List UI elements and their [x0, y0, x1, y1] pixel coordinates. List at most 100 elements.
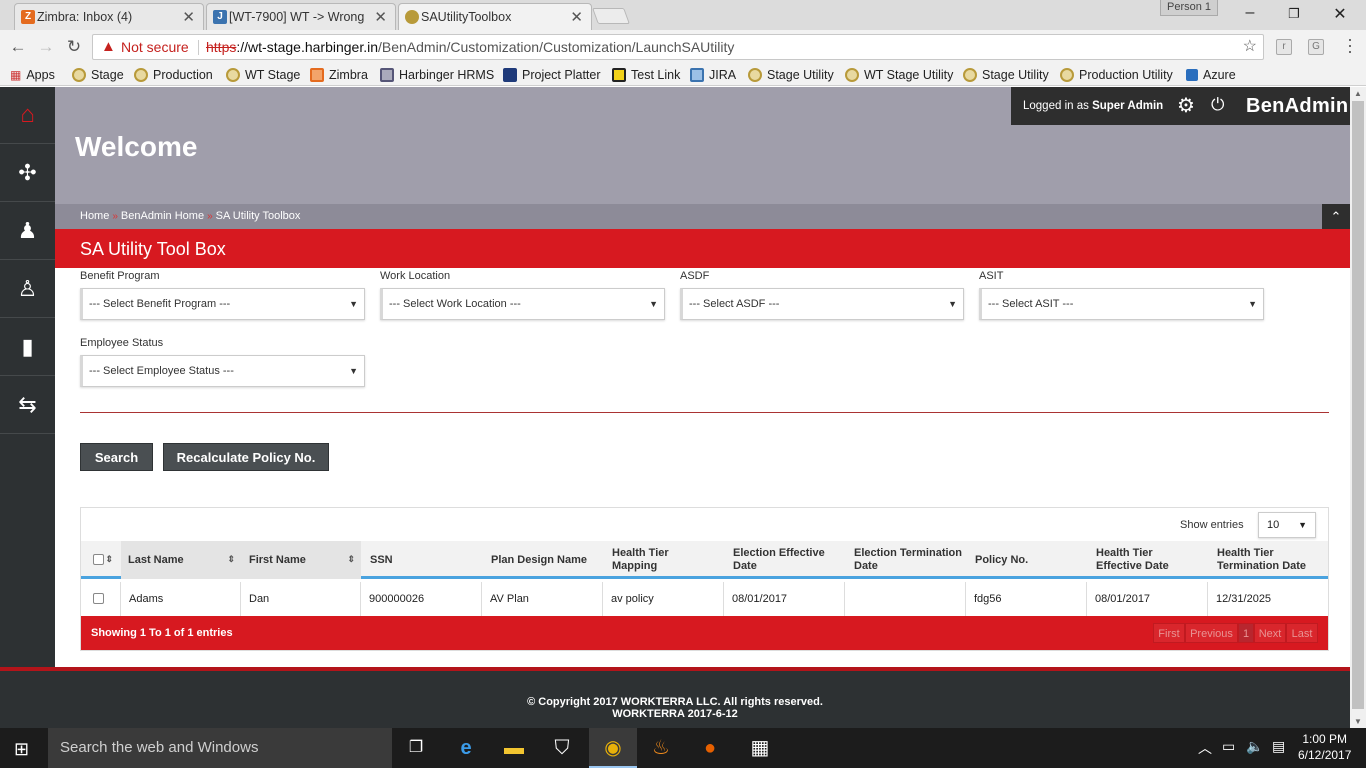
back-icon[interactable]: ←: [8, 37, 28, 57]
column-health-tier-mapping[interactable]: Health Tier Mapping: [603, 541, 724, 579]
collapse-header-icon[interactable]: ⌃: [1322, 204, 1350, 229]
address-bar[interactable]: ▲ Not secure https://wt-stage.harbinger.…: [92, 34, 1264, 60]
column-plan-design-name[interactable]: Plan Design Name: [482, 541, 603, 579]
extension-icon[interactable]: r: [1276, 39, 1292, 55]
bookmark-wt-stage[interactable]: WT Stage: [226, 66, 300, 84]
bookmark-stage[interactable]: Stage: [72, 66, 124, 84]
user-star-icon[interactable]: ♟: [0, 203, 55, 260]
bookmark-wt-stage-utility[interactable]: WT Stage Utility: [845, 66, 953, 84]
column-ssn[interactable]: SSN: [361, 541, 482, 579]
scroll-down-icon[interactable]: ▼: [1354, 717, 1362, 726]
network-icon[interactable]: ▭: [1222, 738, 1235, 755]
section-divider: [80, 412, 1329, 413]
column-election-effective-date[interactable]: Election Effective Date: [724, 541, 845, 579]
bookmark-zimbra[interactable]: Zimbra: [310, 66, 368, 84]
column-policy-no[interactable]: Policy No.: [966, 541, 1087, 579]
work-location-select[interactable]: --- Select Work Location --- ▼: [380, 288, 665, 320]
table-row[interactable]: Adams Dan 900000026 AV Plan av policy 08…: [81, 582, 1328, 616]
column-health-tier-effective-date[interactable]: Health Tier Effective Date: [1087, 541, 1208, 579]
browser-tab-sautility[interactable]: SAUtilityToolbox ✕: [398, 3, 592, 30]
gear-icon[interactable]: ⚙: [1177, 93, 1195, 118]
power-icon[interactable]: ⏻: [1211, 95, 1224, 115]
new-tab-button[interactable]: [592, 8, 630, 24]
close-icon[interactable]: ✕: [570, 8, 583, 26]
security-label: Not secure: [121, 39, 189, 55]
browser-tab-zimbra[interactable]: Z Zimbra: Inbox (4) ✕: [14, 3, 204, 30]
menu-icon[interactable]: · · ·: [1342, 30, 1358, 60]
bookmark-stage-utility[interactable]: Stage Utility: [748, 66, 834, 84]
breadcrumb-bar: Home» BenAdmin Home» SA Utility Toolbox ⌃: [55, 204, 1350, 229]
asit-select[interactable]: --- Select ASIT --- ▼: [979, 288, 1264, 320]
close-icon[interactable]: ✕: [374, 8, 387, 26]
bookmark-stage-utility-2[interactable]: Stage Utility: [963, 66, 1049, 84]
store-icon[interactable]: ⛉: [538, 728, 586, 768]
bookmark-production[interactable]: Production: [134, 66, 213, 84]
scrollbar-thumb[interactable]: [1352, 101, 1364, 709]
column-election-termination-date[interactable]: Election Termination Date: [845, 541, 966, 579]
windows-start-icon[interactable]: ⊞: [14, 739, 29, 760]
task-view-icon[interactable]: ❐: [392, 728, 440, 768]
reload-icon[interactable]: ↻: [64, 37, 84, 57]
chrome-icon[interactable]: ◉: [589, 728, 637, 768]
bookmark-star-icon[interactable]: ☆: [1243, 35, 1257, 59]
column-label: Last Name: [128, 553, 184, 566]
extension-g-icon[interactable]: G: [1308, 39, 1324, 55]
calculator-icon[interactable]: ▦: [736, 728, 784, 768]
bookmark-jira[interactable]: JIRA: [690, 66, 736, 84]
home-icon[interactable]: ⌂: [0, 87, 55, 144]
asdf-select[interactable]: --- Select ASDF --- ▼: [680, 288, 964, 320]
recalculate-policy-button[interactable]: Recalculate Policy No.: [163, 443, 329, 471]
pagination-first[interactable]: First: [1153, 623, 1185, 643]
cell-first-name: Dan: [241, 582, 361, 616]
breadcrumb-benadmin-home[interactable]: BenAdmin Home: [121, 210, 204, 222]
forward-icon[interactable]: →: [36, 37, 56, 57]
keyboard-icon[interactable]: ▤: [1272, 738, 1285, 755]
bar-chart-icon[interactable]: ▮: [0, 319, 55, 376]
scroll-up-icon[interactable]: ▲: [1354, 89, 1362, 98]
url-scheme: https: [206, 39, 237, 55]
taskbar-search[interactable]: Search the web and Windows: [48, 728, 392, 768]
breadcrumb-home[interactable]: Home: [80, 210, 109, 222]
bookmark-apps[interactable]: ▦ Apps: [10, 66, 55, 84]
employee-status-select[interactable]: --- Select Employee Status --- ▼: [80, 355, 365, 387]
minimize-icon[interactable]: –: [1240, 4, 1260, 22]
bookmark-azure[interactable]: Azure: [1186, 66, 1236, 84]
firefox-icon[interactable]: ●: [686, 728, 734, 768]
restore-icon[interactable]: ❐: [1284, 6, 1304, 22]
bookmark-production-utility[interactable]: Production Utility: [1060, 66, 1173, 84]
puzzle-icon[interactable]: ✣: [0, 145, 55, 202]
close-icon[interactable]: ✕: [182, 8, 195, 26]
search-button[interactable]: Search: [80, 443, 153, 471]
site-icon: [405, 10, 419, 24]
clock[interactable]: 1:00 PM 6/12/2017: [1298, 731, 1351, 763]
edge-icon[interactable]: e: [442, 728, 490, 768]
scrollbar[interactable]: ▲ ▼: [1350, 87, 1366, 728]
pagination-last[interactable]: Last: [1286, 623, 1318, 643]
select-all-checkbox[interactable]: [93, 554, 104, 565]
bookmark-harbinger-hrms[interactable]: Harbinger HRMS: [380, 66, 494, 84]
benefit-program-select[interactable]: --- Select Benefit Program --- ▼: [80, 288, 365, 320]
pagination-previous[interactable]: Previous: [1185, 623, 1238, 643]
close-window-icon[interactable]: ✕: [1330, 4, 1350, 24]
jira-icon: J: [213, 10, 227, 24]
column-last-name[interactable]: Last Name ⇕: [121, 541, 241, 579]
profile-button[interactable]: Person 1: [1160, 0, 1218, 16]
pagination-next[interactable]: Next: [1254, 623, 1286, 643]
pagination-page-1[interactable]: 1: [1238, 623, 1254, 643]
column-first-name[interactable]: First Name ⇕: [241, 541, 361, 579]
transfer-arrows-icon[interactable]: ⇆: [0, 377, 55, 434]
tray-chevron-icon[interactable]: ︿: [1198, 738, 1212, 758]
page-size-select[interactable]: 10 ▼: [1258, 512, 1316, 538]
user-icon[interactable]: ♙: [0, 261, 55, 318]
row-checkbox[interactable]: [93, 593, 104, 604]
column-health-tier-termination-date[interactable]: Health Tier Termination Date: [1208, 541, 1328, 579]
bookmark-project-platter[interactable]: Project Platter: [503, 66, 601, 84]
bookmark-test-link[interactable]: Test Link: [612, 66, 680, 84]
site-icon: [226, 68, 240, 82]
column-label: Plan Design Name: [491, 553, 587, 566]
file-explorer-icon[interactable]: ▬: [490, 728, 538, 768]
sort-icon[interactable]: ⇕: [105, 553, 113, 566]
browser-tab-jira[interactable]: J [WT-7900] WT -> Wrong ✕: [206, 3, 396, 30]
firebug-icon[interactable]: ♨: [637, 728, 685, 768]
volume-icon[interactable]: 🔈: [1246, 738, 1263, 755]
